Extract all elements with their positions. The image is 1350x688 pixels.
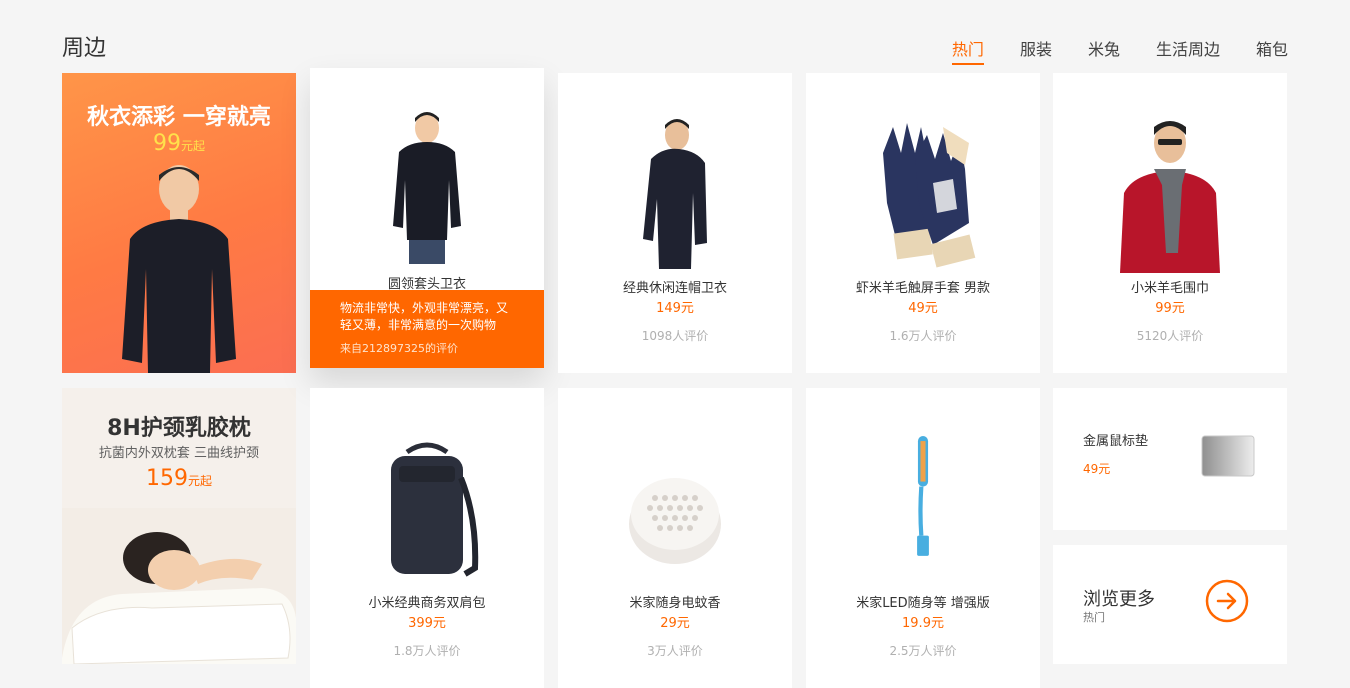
product-name: 米家LED随身等 增强版 [856, 596, 990, 611]
review-count: 1098人评价 [641, 329, 709, 343]
gloves-icon [883, 123, 976, 268]
browse-more-subtitle: 热门 [1083, 611, 1105, 624]
review-count: 2.5万人评价 [889, 644, 957, 658]
product-name: 虾米羊毛触屏手套 男款 [855, 281, 991, 296]
product-price: 49元 [1083, 462, 1111, 476]
product-name: 经典休闲连帽卫衣 [622, 281, 727, 296]
product-price: 49元 [908, 301, 938, 316]
mouse-pad-icon [1201, 435, 1255, 477]
product-card-mosquito-repeller[interactable]: 米家随身电蚊香 29元 3万人评价 [558, 388, 792, 688]
tab-mitu[interactable]: 米兔 [1088, 36, 1120, 65]
promo-banner-pillow[interactable]: 8H护颈乳胶枕 抗菌内外双枕套 三曲线护颈 159元起 [62, 388, 296, 664]
mini-card-mouse-pad[interactable]: 金属鼠标垫 49元 [1053, 388, 1287, 530]
product-card-usb-lamp[interactable]: 米家LED随身等 增强版 19.9元 2.5万人评价 [806, 388, 1040, 688]
product-card-backpack[interactable]: 小米经典商务双肩包 399元 1.8万人评价 [310, 388, 544, 688]
arrow-right-circle-icon[interactable] [1205, 579, 1249, 623]
browse-more-card[interactable]: 浏览更多 热门 [1053, 545, 1287, 664]
browse-more-title: 浏览更多 [1083, 589, 1155, 610]
product-price: 99元 [1155, 301, 1185, 316]
review-count: 3万人评价 [647, 644, 703, 658]
product-card-gloves[interactable]: 虾米羊毛触屏手套 男款 49元 1.6万人评价 [806, 73, 1040, 373]
scarf-icon [1120, 121, 1220, 273]
product-card-hoodie[interactable]: 经典休闲连帽卫衣 149元 1098人评价 [558, 73, 792, 373]
promo-title: 秋衣添彩 一穿就亮 [87, 105, 271, 130]
review-count: 5120人评价 [1136, 329, 1204, 343]
product-name: 米家随身电蚊香 [629, 596, 721, 611]
review-count: 1.6万人评价 [889, 329, 957, 343]
tab-bags[interactable]: 箱包 [1256, 36, 1288, 65]
tab-clothing[interactable]: 服装 [1020, 36, 1052, 65]
mosquito-repeller-icon [629, 478, 721, 564]
sweater-icon [393, 112, 461, 264]
category-tabs: 热门 服装 米兔 生活周边 箱包 [951, 36, 1288, 65]
product-price: 149元 [656, 301, 694, 316]
promo-price: 159元起 [145, 466, 212, 491]
product-price: 19.9元 [902, 616, 944, 631]
promo-banner-sweater[interactable]: 秋衣添彩 一穿就亮 99元起 [62, 73, 296, 373]
product-name: 小米羊毛围巾 [1130, 281, 1209, 296]
review-author: 来自212897325的评价 [340, 342, 458, 355]
review-count: 1.8万人评价 [393, 644, 461, 658]
tab-life[interactable]: 生活周边 [1156, 36, 1220, 65]
product-price: 29元 [660, 616, 690, 631]
product-card-crew-sweatshirt[interactable]: 圆领套头卫衣 物流非常快，外观非常漂亮，又轻又薄，非常满意的一次购物 来自212… [310, 68, 544, 368]
product-card-scarf[interactable]: 小米羊毛围巾 99元 5120人评价 [1053, 73, 1287, 373]
product-price: 399元 [408, 616, 446, 631]
hoodie-icon [643, 119, 707, 269]
promo-price: 99元起 [152, 131, 205, 156]
model-sweater-image [122, 165, 236, 373]
product-name: 金属鼠标垫 [1083, 434, 1149, 449]
usb-lamp-icon [917, 436, 929, 556]
section-title: 周边 [62, 36, 107, 61]
pillow-image [62, 508, 296, 664]
promo-title: 8H护颈乳胶枕 [107, 416, 251, 441]
tab-hot[interactable]: 热门 [951, 36, 984, 65]
review-popup: 物流非常快，外观非常漂亮，又轻又薄，非常满意的一次购物 来自212897325的… [310, 290, 544, 368]
promo-subtitle: 抗菌内外双枕套 三曲线护颈 [98, 446, 260, 461]
review-text: 物流非常快，外观非常漂亮，又轻又薄，非常满意的一次购物 [340, 301, 509, 332]
backpack-icon [391, 442, 479, 577]
product-name: 小米经典商务双肩包 [368, 596, 486, 611]
